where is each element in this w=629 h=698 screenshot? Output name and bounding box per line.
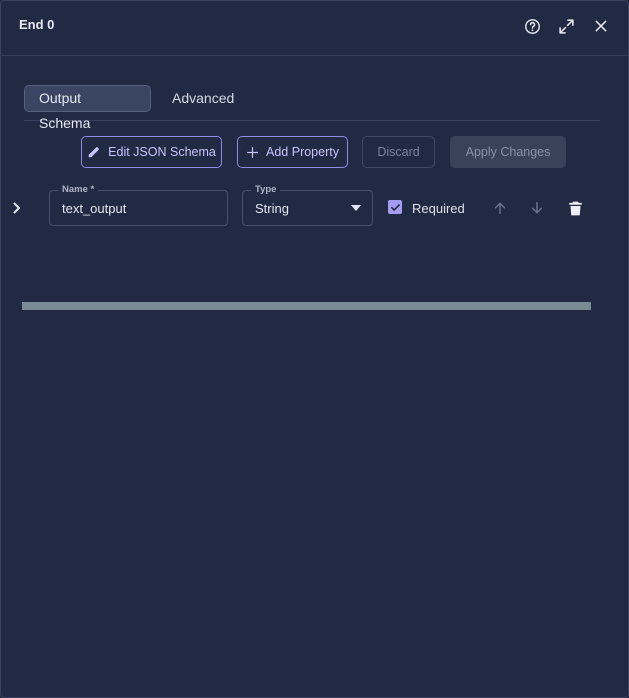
property-name-value: text_output (62, 201, 127, 216)
close-icon[interactable] (590, 15, 612, 37)
help-icon[interactable] (521, 15, 543, 37)
panel-header: End 0 (1, 1, 628, 56)
move-down-icon[interactable] (528, 199, 546, 217)
edit-json-schema-label: Edit JSON Schema (108, 145, 216, 159)
apply-changes-button[interactable]: Apply Changes (450, 136, 566, 168)
plus-icon (247, 146, 258, 158)
add-property-label: Add Property (266, 145, 339, 159)
required-label: Required (412, 201, 465, 216)
edit-json-schema-button[interactable]: Edit JSON Schema (81, 136, 222, 168)
discard-button[interactable]: Discard (362, 136, 435, 168)
panel-title: End 0 (19, 17, 55, 32)
move-up-icon[interactable] (491, 199, 509, 217)
property-name-field[interactable]: Name * text_output (49, 184, 228, 226)
expand-icon[interactable] (555, 15, 577, 37)
property-name-label: Name * (58, 184, 99, 196)
property-type-select[interactable]: Type String (242, 184, 373, 226)
chevron-right-icon[interactable] (9, 200, 25, 216)
tab-output-schema[interactable]: Output Schema (24, 85, 151, 131)
tab-bar: Output Schema Advanced (24, 84, 600, 131)
property-type-label: Type (251, 184, 281, 196)
caret-down-icon (351, 205, 361, 211)
add-property-button[interactable]: Add Property (237, 136, 348, 168)
property-type-value: String (255, 201, 289, 216)
end-node-panel: End 0 Output Schema Advanced Edit JSON S… (0, 0, 629, 698)
resize-bar (22, 302, 591, 310)
delete-icon[interactable] (566, 199, 584, 217)
check-icon (390, 203, 400, 211)
tab-advanced[interactable]: Advanced (158, 85, 248, 112)
pencil-icon (88, 147, 100, 158)
required-checkbox[interactable] (388, 200, 402, 214)
